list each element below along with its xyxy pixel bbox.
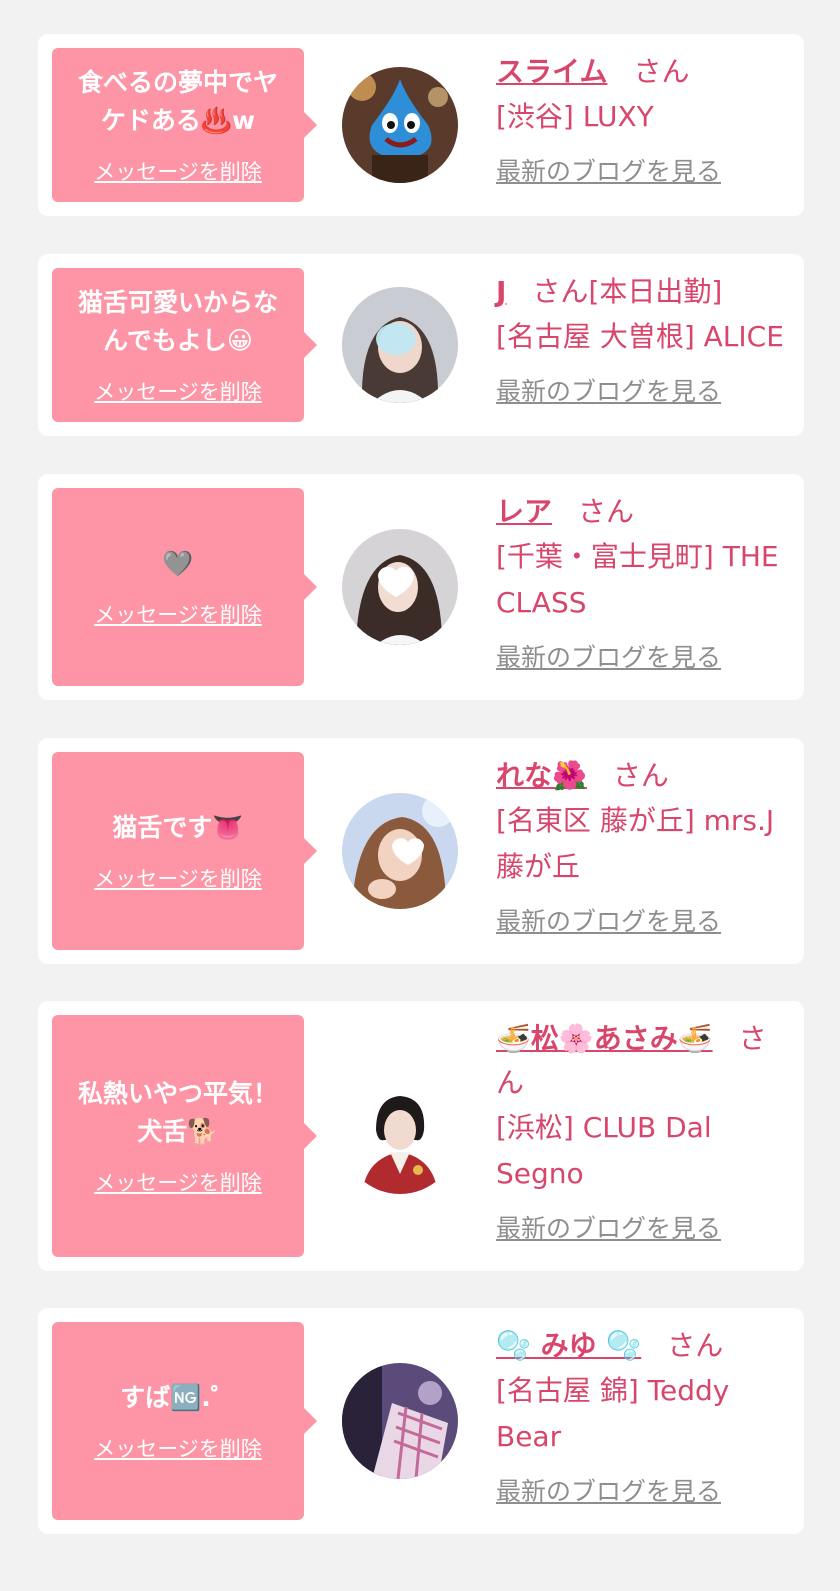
- delete-message-link[interactable]: メッセージを削除: [94, 376, 262, 406]
- list-item: すば🆖.゜ メッセージを削除 🫧 みゆ 🫧 さん [名古屋 錦] Teddy Be…: [38, 1308, 804, 1534]
- list-item: 🩶 メッセージを削除 レア さん [千葉・富士見町] THE CLASS 最新のブ…: [38, 474, 804, 700]
- cast-name-link[interactable]: スライム: [496, 55, 607, 88]
- cast-info: れな🌺 さん [名東区 藤が丘] mrs.J 藤が丘 最新のブログを見る: [496, 754, 790, 938]
- message-bubble: 猫舌可愛いからなんでもよし😀 メッセージを削除: [52, 268, 317, 422]
- shop-name: [渋谷] LUXY: [496, 100, 654, 133]
- cast-info: スライム さん [渋谷] LUXY 最新のブログを見る: [496, 50, 790, 188]
- avatar[interactable]: [342, 1363, 458, 1479]
- avatar[interactable]: [342, 287, 458, 403]
- cast-name-link[interactable]: 🍜松🌸あさみ🍜: [496, 1022, 713, 1055]
- message-text: 私熱いやつ平気！犬舌🐕: [77, 1079, 278, 1146]
- cast-info: レア さん [千葉・富士見町] THE CLASS 最新のブログを見る: [496, 490, 790, 674]
- list-item: 私熱いやつ平気！犬舌🐕 メッセージを削除 🍜松🌸あさみ🍜 さん [浜松] CLUB…: [38, 1001, 804, 1271]
- message-bubble: 私熱いやつ平気！犬舌🐕 メッセージを削除: [52, 1015, 317, 1257]
- latest-blog-link[interactable]: 最新のブログを見る: [496, 1209, 721, 1245]
- shop-name: [浜松] CLUB Dal Segno: [496, 1111, 712, 1190]
- avatar[interactable]: [342, 793, 458, 909]
- honorific: さん: [612, 759, 669, 792]
- message-text: 🩶: [162, 549, 194, 578]
- cast-name-link[interactable]: J: [496, 275, 506, 308]
- latest-blog-link[interactable]: 最新のブログを見る: [496, 638, 721, 674]
- message-bubble: 食べるの夢中でヤケドある♨️w メッセージを削除: [52, 48, 317, 202]
- list-item: 猫舌です👅 メッセージを削除 れな🌺 さん [名東区 藤が丘] mrs.J 藤が丘…: [38, 738, 804, 964]
- list-item: 猫舌可愛いからなんでもよし😀 メッセージを削除 J さん[本日出勤] [名古屋 大…: [38, 254, 804, 436]
- delete-message-link[interactable]: メッセージを削除: [94, 599, 262, 629]
- delete-message-link[interactable]: メッセージを削除: [94, 863, 262, 893]
- favorites-list: 食べるの夢中でヤケドある♨️w メッセージを削除 スライム さん [渋谷] LUX…: [0, 0, 840, 1591]
- latest-blog-link[interactable]: 最新のブログを見る: [496, 902, 721, 938]
- shop-name: [千葉・富士見町] THE CLASS: [496, 540, 779, 619]
- avatar[interactable]: [342, 1078, 458, 1194]
- message-bubble: すば🆖.゜ メッセージを削除: [52, 1322, 317, 1520]
- latest-blog-link[interactable]: 最新のブログを見る: [496, 152, 721, 188]
- shop-name: [名古屋 錦] Teddy Bear: [496, 1374, 730, 1453]
- avatar[interactable]: [342, 67, 458, 183]
- avatar[interactable]: [342, 529, 458, 645]
- cast-name-link[interactable]: レア: [496, 495, 552, 528]
- honorific: さん: [667, 1329, 724, 1362]
- message-text: 猫舌です👅: [112, 813, 244, 842]
- message-text: すば🆖.゜: [120, 1383, 236, 1412]
- list-item: 食べるの夢中でヤケドある♨️w メッセージを削除 スライム さん [渋谷] LUX…: [38, 34, 804, 216]
- delete-message-link[interactable]: メッセージを削除: [94, 1167, 262, 1197]
- status-text: [本日出勤]: [588, 275, 723, 308]
- shop-name: [名東区 藤が丘] mrs.J 藤が丘: [496, 804, 775, 883]
- message-text: 食べるの夢中でヤケドある♨️w: [77, 68, 278, 135]
- cast-info: 🫧 みゆ 🫧 さん [名古屋 錦] Teddy Bear 最新のブログを見る: [496, 1324, 790, 1508]
- delete-message-link[interactable]: メッセージを削除: [94, 156, 262, 186]
- cast-name-link[interactable]: れな🌺: [496, 759, 587, 792]
- latest-blog-link[interactable]: 最新のブログを見る: [496, 1472, 721, 1508]
- honorific: さん: [578, 495, 635, 528]
- message-bubble: 🩶 メッセージを削除: [52, 488, 317, 686]
- shop-name: [名古屋 大曽根] ALICE: [496, 320, 784, 353]
- latest-blog-link[interactable]: 最新のブログを見る: [496, 372, 721, 408]
- cast-name-link[interactable]: 🫧 みゆ 🫧: [496, 1329, 641, 1362]
- honorific: さん: [633, 55, 690, 88]
- message-text: 猫舌可愛いからなんでもよし😀: [77, 288, 278, 355]
- honorific: さん: [532, 275, 589, 308]
- cast-info: J さん[本日出勤] [名古屋 大曽根] ALICE 最新のブログを見る: [496, 270, 790, 408]
- delete-message-link[interactable]: メッセージを削除: [94, 1433, 262, 1463]
- cast-info: 🍜松🌸あさみ🍜 さん [浜松] CLUB Dal Segno 最新のブログを見る: [496, 1017, 790, 1245]
- message-bubble: 猫舌です👅 メッセージを削除: [52, 752, 317, 950]
